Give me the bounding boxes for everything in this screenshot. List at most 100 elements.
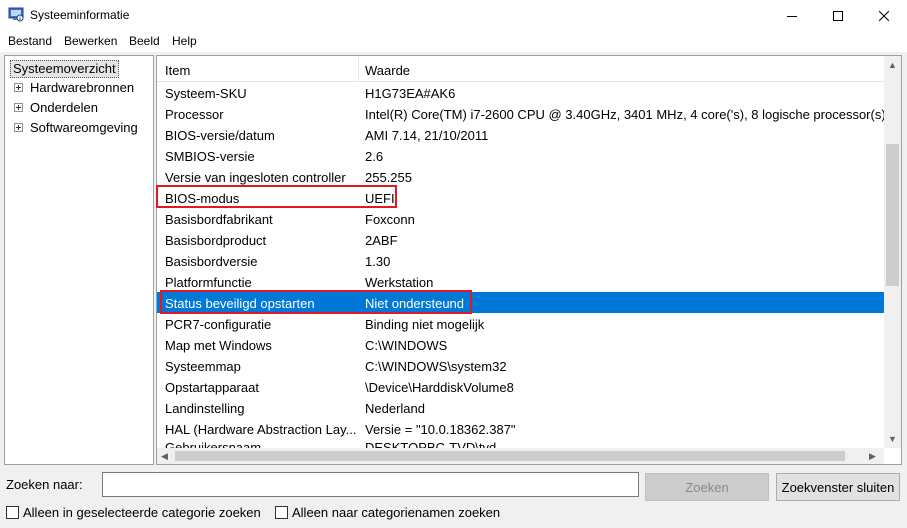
table-row[interactable]: BIOS-versie/datum AMI 7.14, 21/10/2011 bbox=[157, 124, 885, 145]
column-header-item[interactable]: Item bbox=[165, 63, 190, 78]
close-icon bbox=[879, 10, 889, 21]
list-rows: Systeem-SKU H1G73EA#AK6 Processor Intel(R)… bbox=[157, 82, 886, 451]
row-value: Foxconn bbox=[365, 212, 415, 227]
table-row[interactable]: Map met Windows C:\WINDOWS bbox=[157, 334, 885, 355]
horizontal-scroll-thumb[interactable] bbox=[175, 451, 845, 461]
search-input[interactable] bbox=[102, 472, 639, 497]
column-divider[interactable] bbox=[358, 56, 359, 82]
tree-item-label: Hardwarebronnen bbox=[30, 80, 135, 95]
scroll-right-icon[interactable]: ▶ bbox=[869, 451, 876, 461]
checkbox[interactable] bbox=[275, 506, 288, 519]
table-row[interactable]: Basisbordfabrikant Foxconn bbox=[157, 208, 885, 229]
row-item: PCR7-configuratie bbox=[165, 317, 272, 332]
table-row[interactable]: Basisbordproduct 2ABF bbox=[157, 229, 885, 250]
close-window-button[interactable] bbox=[861, 0, 907, 31]
table-row[interactable]: Landinstelling Nederland bbox=[157, 397, 885, 418]
tree-item-onderdelen[interactable]: Onderdelen bbox=[14, 99, 98, 116]
row-value: Nederland bbox=[365, 401, 425, 416]
row-item: Status beveiligd opstarten bbox=[165, 296, 315, 311]
minimize-icon bbox=[787, 15, 797, 17]
row-value: Niet ondersteund bbox=[365, 296, 465, 311]
table-row-selected[interactable]: Status beveiligd opstarten Niet ondersteu… bbox=[157, 292, 885, 313]
row-item: Basisbordfabrikant bbox=[165, 212, 273, 227]
list-header: Item Waarde bbox=[157, 56, 885, 82]
row-value: Versie = "10.0.18362.387" bbox=[365, 422, 516, 437]
table-row[interactable]: HAL (Hardware Abstraction Lay... Versie =… bbox=[157, 418, 885, 439]
row-value: Werkstation bbox=[365, 275, 434, 290]
table-row[interactable]: SMBIOS-versie 2.6 bbox=[157, 145, 885, 166]
scroll-down-icon[interactable]: ▼ bbox=[888, 434, 897, 444]
row-item: Systeemmap bbox=[165, 359, 241, 374]
row-item: Basisbordversie bbox=[165, 254, 258, 269]
details-list[interactable]: Item Waarde Systeem-SKU H1G73EA#AK6 Proce… bbox=[156, 55, 902, 465]
tree-item-label: Softwareomgeving bbox=[30, 120, 138, 135]
vertical-scrollbar[interactable]: ▲ ▼ bbox=[884, 56, 901, 448]
horizontal-scrollbar[interactable]: ◀ ▶ bbox=[157, 448, 884, 464]
column-header-value[interactable]: Waarde bbox=[365, 63, 410, 78]
row-item: HAL (Hardware Abstraction Lay... bbox=[165, 422, 357, 437]
menu-bar: Bestand Bewerken Beeld Help bbox=[0, 31, 907, 52]
table-row[interactable]: PCR7-configuratie Binding niet mogelijk bbox=[157, 313, 885, 334]
row-item: Systeem-SKU bbox=[165, 86, 247, 101]
row-item: Versie van ingesloten controller bbox=[165, 170, 346, 185]
tree-item-label: Onderdelen bbox=[30, 100, 98, 115]
window-title: Systeeminformatie bbox=[30, 8, 130, 22]
scroll-left-icon[interactable]: ◀ bbox=[161, 451, 168, 461]
table-row[interactable]: Processor Intel(R) Core(TM) i7-2600 CPU @… bbox=[157, 103, 886, 124]
table-row[interactable]: Versie van ingesloten controller 255.255 bbox=[157, 166, 885, 187]
table-row[interactable]: Systeem-SKU H1G73EA#AK6 bbox=[157, 82, 885, 103]
row-value: 1.30 bbox=[365, 254, 391, 269]
row-value: Intel(R) Core(TM) i7-2600 CPU @ 3.40GHz,… bbox=[365, 107, 886, 122]
table-row[interactable]: Platformfunctie Werkstation bbox=[157, 271, 885, 292]
expand-icon[interactable] bbox=[14, 123, 23, 132]
row-value: H1G73EA#AK6 bbox=[365, 86, 456, 101]
row-item: Map met Windows bbox=[165, 338, 272, 353]
expand-icon[interactable] bbox=[14, 83, 23, 92]
menu-help[interactable]: Help bbox=[172, 34, 197, 48]
close-search-button[interactable]: Zoekvenster sluiten bbox=[776, 473, 900, 501]
row-item: SMBIOS-versie bbox=[165, 149, 255, 164]
scroll-up-icon[interactable]: ▲ bbox=[888, 60, 897, 70]
row-item: Platformfunctie bbox=[165, 275, 252, 290]
checkbox-label: Alleen naar categorienamen zoeken bbox=[292, 505, 501, 520]
minimize-button[interactable] bbox=[769, 0, 815, 31]
row-item: Opstartapparaat bbox=[165, 380, 259, 395]
checkbox-category-names[interactable]: Alleen naar categorienamen zoeken bbox=[275, 505, 500, 520]
menu-bestand[interactable]: Bestand bbox=[8, 34, 52, 48]
checkbox[interactable] bbox=[6, 506, 19, 519]
system-information-icon bbox=[8, 7, 24, 22]
row-value: 2.6 bbox=[365, 149, 384, 164]
expand-icon[interactable] bbox=[14, 103, 23, 112]
find-button[interactable]: Zoeken bbox=[645, 473, 769, 501]
checkbox-label: Alleen in geselecteerde categorie zoeken bbox=[23, 505, 261, 520]
row-item: Basisbordproduct bbox=[165, 233, 267, 248]
table-row[interactable]: BIOS-modus UEFI bbox=[157, 187, 885, 208]
maximize-icon bbox=[833, 10, 843, 21]
vertical-scroll-thumb[interactable] bbox=[886, 144, 899, 286]
row-value: 255.255 bbox=[365, 170, 412, 185]
table-row[interactable]: Opstartapparaat \Device\HarddiskVolume8 bbox=[157, 376, 885, 397]
tree-item-systeemoverzicht[interactable]: Systeemoverzicht bbox=[10, 60, 119, 78]
row-item: Landinstelling bbox=[165, 401, 245, 416]
row-value: Binding niet mogelijk bbox=[365, 317, 485, 332]
row-value: AMI 7.14, 21/10/2011 bbox=[365, 128, 489, 143]
maximize-button[interactable] bbox=[815, 0, 861, 31]
category-tree[interactable]: Systeemoverzicht Hardwarebronnen Onderde… bbox=[4, 55, 154, 465]
row-value: UEFI bbox=[365, 191, 395, 206]
row-value: C:\WINDOWS\system32 bbox=[365, 359, 507, 374]
row-item: Processor bbox=[165, 107, 224, 122]
menu-bewerken[interactable]: Bewerken bbox=[64, 34, 117, 48]
tree-item-hardwarebronnen[interactable]: Hardwarebronnen bbox=[14, 79, 134, 96]
tree-item-softwareomgeving[interactable]: Softwareomgeving bbox=[14, 119, 138, 136]
row-item: BIOS-versie/datum bbox=[165, 128, 275, 143]
table-row[interactable]: Basisbordversie 1.30 bbox=[157, 250, 885, 271]
menu-beeld[interactable]: Beeld bbox=[129, 34, 160, 48]
row-item: BIOS-modus bbox=[165, 191, 240, 206]
row-value: \Device\HarddiskVolume8 bbox=[365, 380, 514, 395]
table-row[interactable]: Systeemmap C:\WINDOWS\system32 bbox=[157, 355, 885, 376]
row-value: C:\WINDOWS bbox=[365, 338, 448, 353]
row-value: 2ABF bbox=[365, 233, 398, 248]
checkbox-selected-category[interactable]: Alleen in geselecteerde categorie zoeken bbox=[6, 505, 261, 520]
title-bar: Systeeminformatie bbox=[0, 0, 907, 31]
search-label: Zoeken naar: bbox=[6, 477, 83, 492]
